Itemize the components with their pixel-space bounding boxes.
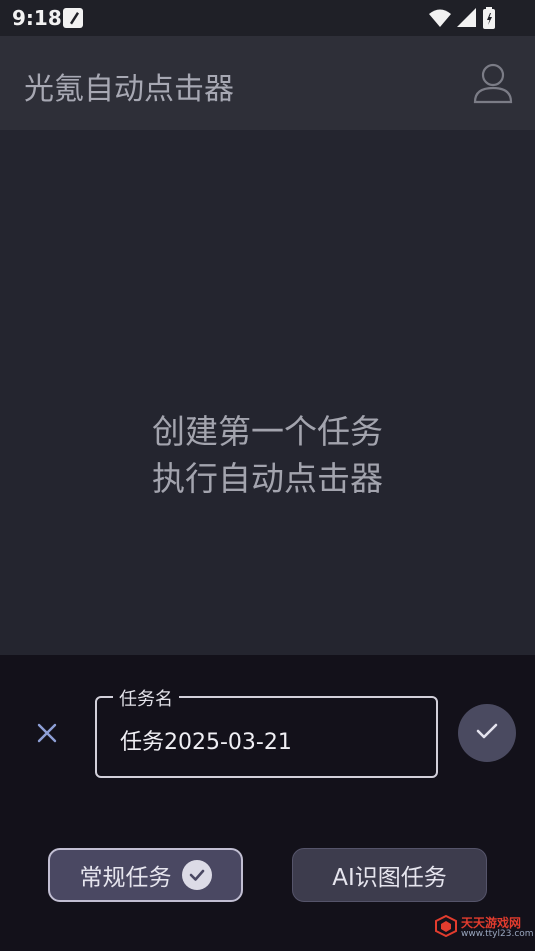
- confirm-button[interactable]: [458, 704, 516, 762]
- watermark: 天天游戏网 www.ttyl23.com: [435, 914, 534, 941]
- status-bar: 9:18: [0, 0, 535, 36]
- task-name-label: 任务名: [113, 685, 179, 711]
- check-icon: [474, 718, 500, 748]
- normal-task-label: 常规任务: [79, 865, 172, 891]
- wifi-icon: [429, 8, 451, 32]
- status-time: 9:18: [12, 6, 62, 30]
- app-title: 光氪自动点击器: [24, 72, 234, 107]
- battery-icon: [483, 7, 495, 33]
- note-icon: [62, 7, 84, 33]
- ai-task-button[interactable]: AI识图任务: [292, 848, 487, 902]
- watermark-logo-icon: [435, 914, 457, 941]
- status-icons: [429, 7, 495, 33]
- signal-icon: [457, 8, 477, 32]
- task-name-input[interactable]: [118, 722, 422, 758]
- ai-task-label: AI识图任务: [332, 865, 447, 891]
- watermark-url: www.ttyl23.com: [461, 929, 534, 939]
- normal-task-button[interactable]: 常规任务: [48, 848, 243, 902]
- close-icon[interactable]: [34, 720, 60, 746]
- person-icon[interactable]: [473, 62, 513, 108]
- watermark-brand: 天天游戏网: [461, 916, 522, 930]
- empty-state-line-2: 执行自动点击器: [152, 459, 383, 498]
- empty-state-line-1: 创建第一个任务: [152, 412, 383, 451]
- selected-check-icon: [181, 860, 212, 890]
- app-bar: 光氪自动点击器: [0, 36, 535, 130]
- task-list-empty: 创建第一个任务 执行自动点击器: [0, 130, 535, 655]
